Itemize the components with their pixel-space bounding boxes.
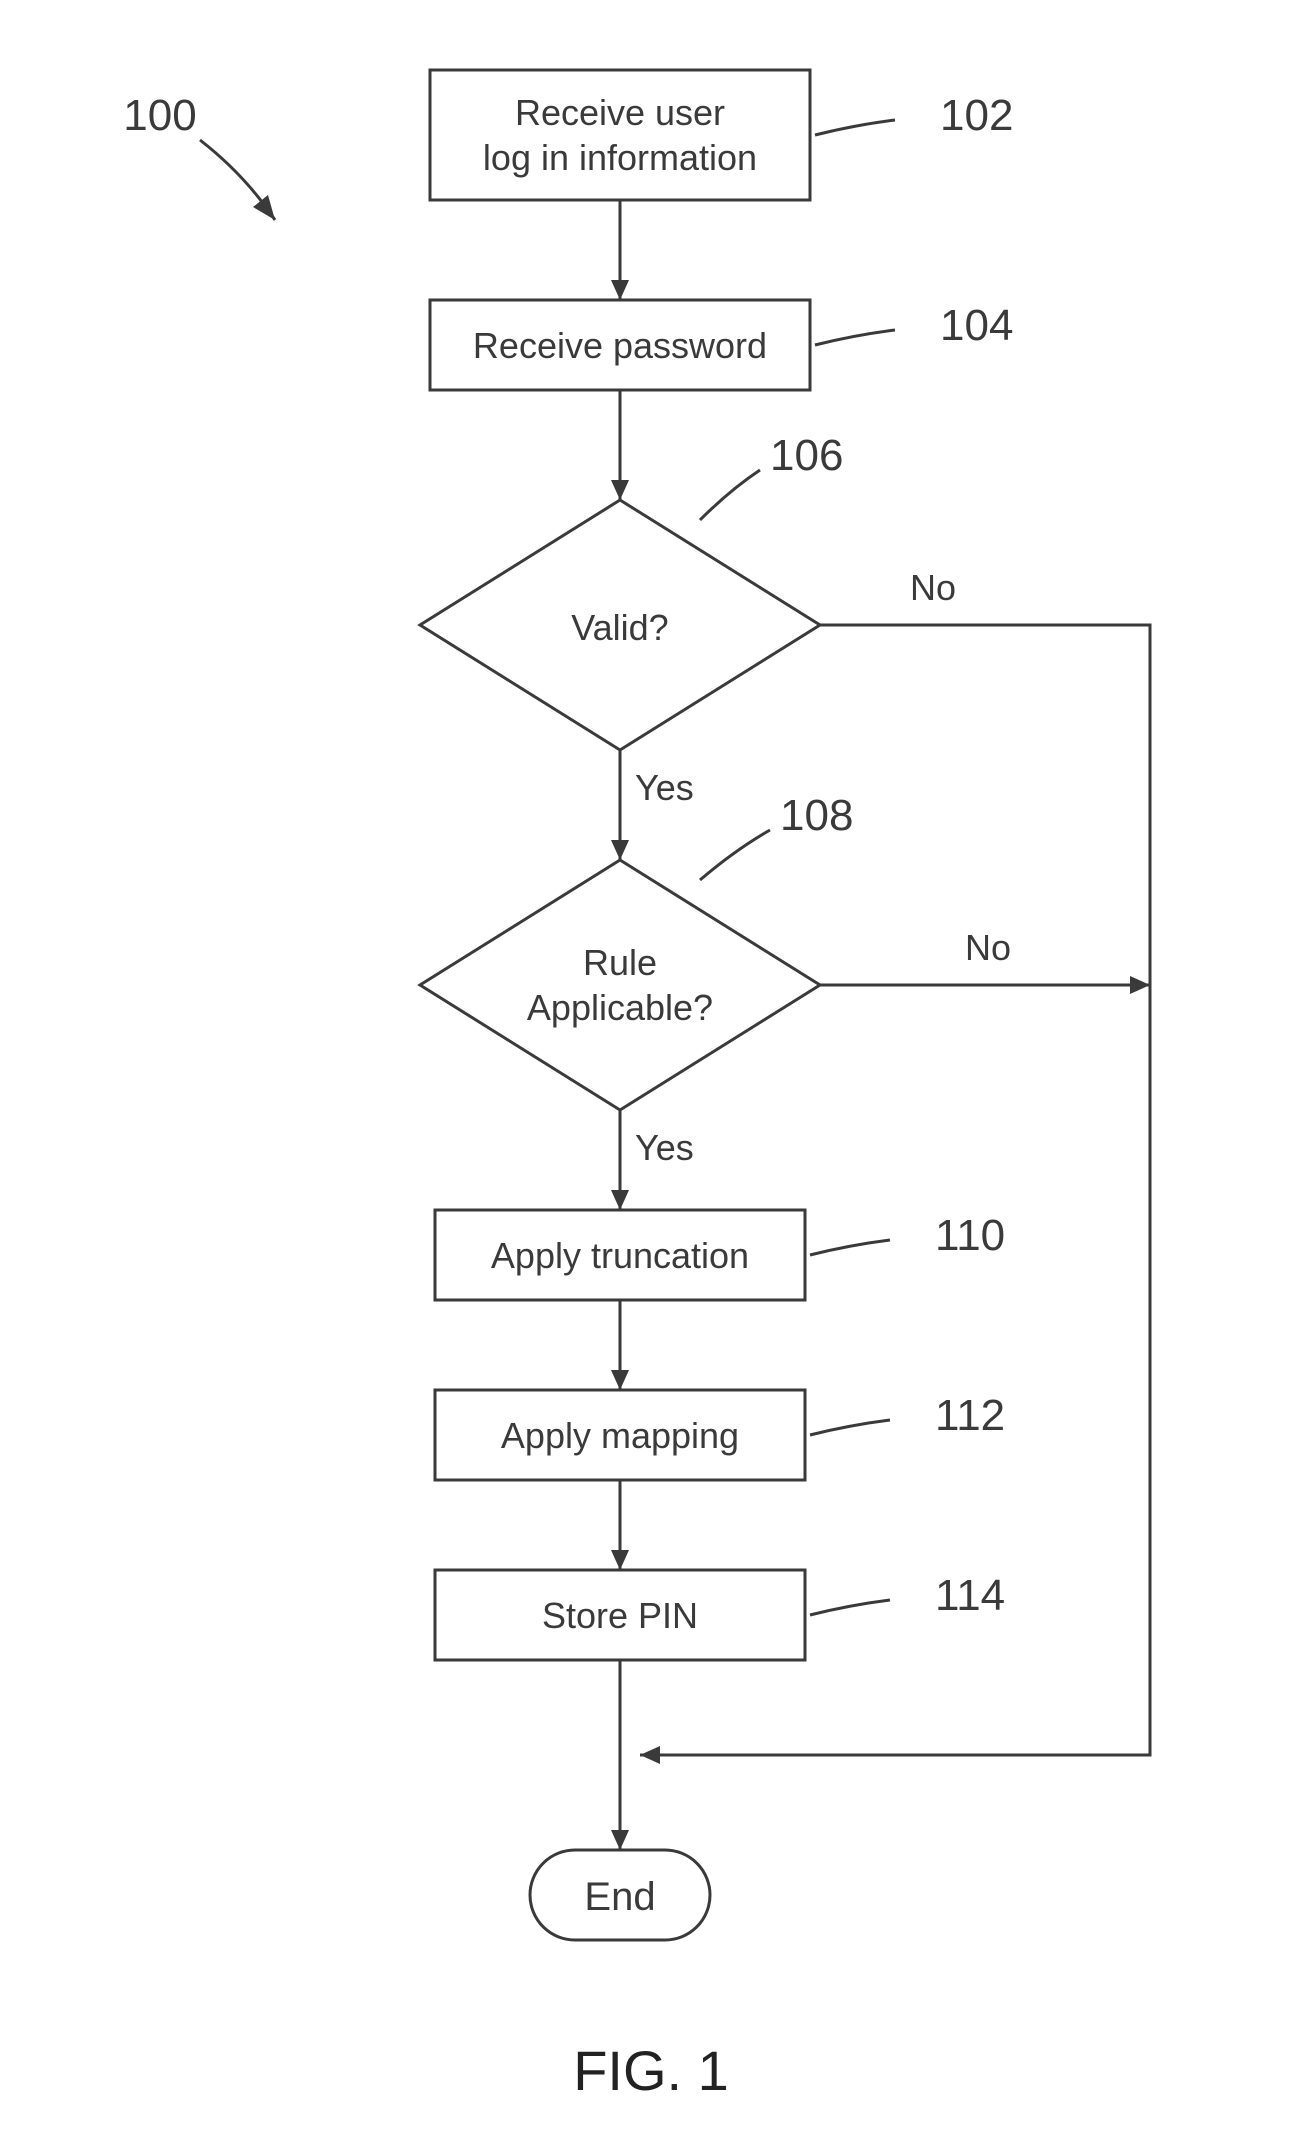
leader-110 [810,1240,890,1255]
node-114-line1: Store PIN [542,1595,698,1636]
diagram-ref-100: 100 [123,91,196,140]
node-112-line1: Apply mapping [501,1415,739,1456]
edge-106-yes-arrow [611,840,629,860]
leader-100-arrow [253,195,275,220]
leader-104 [815,330,895,345]
leader-114 [810,1600,890,1615]
leader-108 [700,830,770,880]
node-110-line1: Apply truncation [491,1235,749,1276]
ref-114: 114 [935,1571,1005,1620]
node-108-line2: Applicable? [527,987,713,1028]
node-102-box [430,70,810,200]
node-102-line1: Receive user [515,92,725,133]
edge-108-yes-arrow [611,1190,629,1210]
edge-106-no-arrow [640,1746,660,1764]
ref-112: 112 [935,1391,1005,1440]
node-106-line1: Valid? [571,607,668,648]
edge-110-112-arrow [611,1370,629,1390]
edge-102-104-arrow [611,280,629,300]
edge-106-yes-label: Yes [635,767,694,808]
edge-114-end-arrow [611,1830,629,1850]
edge-112-114-arrow [611,1550,629,1570]
edge-108-no-label: No [965,927,1011,968]
edge-106-no-label: No [910,567,956,608]
edge-108-no-arrow [1130,976,1150,994]
ref-110: 110 [935,1211,1005,1260]
node-end-label: End [584,1875,655,1919]
ref-106: 106 [770,431,843,480]
figure-label: FIG. 1 [573,2039,729,2102]
edge-108-yes-label: Yes [635,1127,694,1168]
leader-112 [810,1420,890,1435]
leader-106 [700,470,760,520]
edge-104-106-arrow [611,480,629,500]
node-102-line2: log in information [483,137,757,178]
flowchart-figure: 100 Receive user log in information 102 … [0,0,1302,2146]
ref-108: 108 [780,791,853,840]
ref-104: 104 [940,301,1013,350]
node-108-diamond [420,860,820,1110]
leader-102 [815,120,895,135]
node-104-line1: Receive password [473,325,767,366]
ref-102: 102 [940,91,1013,140]
node-108-line1: Rule [583,942,657,983]
edge-106-no [640,625,1150,1755]
